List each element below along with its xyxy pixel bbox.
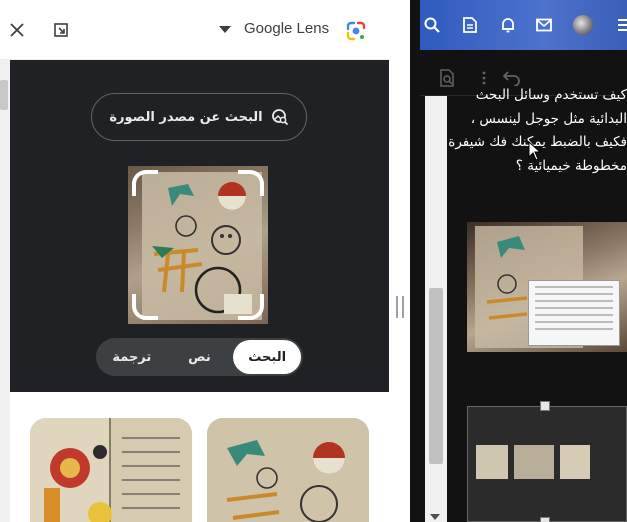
scroll-down-icon[interactable] [430,514,440,520]
resize-handle-bottom[interactable] [540,517,550,522]
find-image-source-button[interactable]: البحث عن مصدر الصورة [91,93,307,141]
resize-handle-top[interactable] [540,401,550,411]
lens-results [10,392,389,522]
close-icon[interactable] [4,17,30,43]
crop-corner-top-right[interactable] [238,170,264,196]
lens-header: Google Lens [0,0,390,60]
lens-mode-tabs: البحث نص ترجمة [96,338,303,376]
bell-icon[interactable] [498,15,518,35]
article-scrollbar[interactable] [425,96,447,522]
article-image [467,222,627,352]
menu-icon[interactable] [618,15,627,35]
result-card[interactable] [30,418,192,522]
mail-icon[interactable] [534,15,554,35]
avatar[interactable] [573,15,593,35]
tab-translate[interactable]: ترجمة [98,340,166,374]
left-scrollbar[interactable] [0,60,10,522]
lens-logo-icon [344,19,368,43]
lens-side-panel: Google Lens البحث عن مصدر الصورة البحث ن… [0,0,390,522]
blog-toolbar [420,0,627,50]
search-icon[interactable] [422,15,442,35]
open-in-new-icon[interactable] [48,17,74,43]
context-menu-preview [528,280,620,346]
article-scrollbar-thumb[interactable] [429,288,443,464]
file-search-icon[interactable] [438,68,458,88]
caret-down-icon[interactable] [212,17,238,43]
article-image-selected[interactable] [467,401,627,522]
panel-resize-handle[interactable] [396,296,404,318]
document-icon[interactable] [460,15,480,35]
thumbnail [476,445,508,479]
thumbnail [514,445,554,479]
find-image-source-label: البحث عن مصدر الصورة [109,109,263,125]
article-line: البدائية مثل جوجل لينسس ، [470,110,627,127]
tab-text[interactable]: نص [166,340,234,374]
thumbnail [560,445,590,479]
article-line: كيف تستخدم وسائل البحث [475,87,627,103]
image-search-icon [271,109,288,126]
crop-corner-top-left[interactable] [132,170,158,196]
crop-selection[interactable] [128,166,268,324]
lens-image-area: البحث عن مصدر الصورة البحث نص ترجمة [10,60,389,392]
blog-reading-panel: كيف تستخدم وسائل البحث البدائية مثل جوجل… [410,0,627,522]
result-card[interactable] [207,418,369,522]
crop-corner-bottom-left[interactable] [132,294,158,320]
left-scrollbar-thumb[interactable] [0,80,8,110]
mouse-cursor-icon [528,140,542,165]
tab-search[interactable]: البحث [233,340,301,374]
lens-title: Google Lens [244,20,330,37]
